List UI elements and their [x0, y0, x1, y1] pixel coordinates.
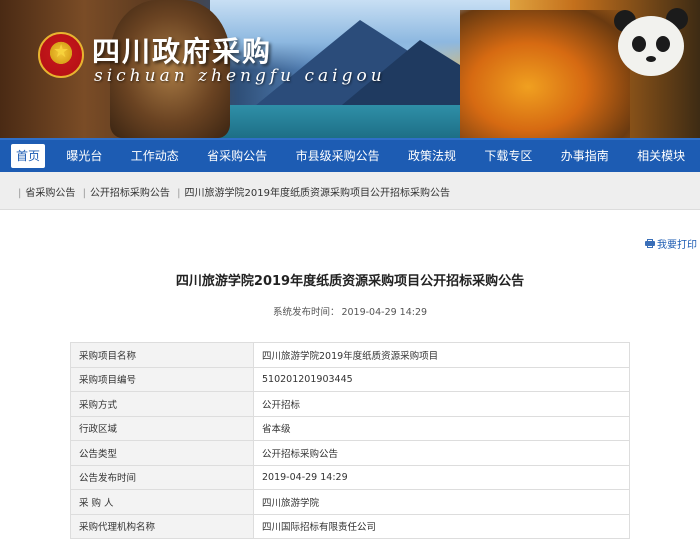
panda-image [612, 6, 690, 92]
nav-item[interactable]: 曝光台 [59, 144, 109, 168]
breadcrumb-current: 四川旅游学院2019年度纸质资源采购项目公开招标采购公告 [184, 188, 450, 199]
nav-item[interactable]: 相关模块 [630, 144, 692, 168]
table-row: 采 购 人四川旅游学院 [70, 489, 630, 515]
info-value: 四川旅游学院 [253, 489, 630, 515]
main-nav: 首页 曝光台 工作动态 省采购公告 市县级采购公告 政策法规 下载专区 办事指南 相关模块 [0, 138, 700, 172]
publish-time-value: 2019-04-29 14:29 [341, 307, 428, 318]
table-row: 采购方式 公开招标 [70, 391, 630, 417]
info-value: 四川国际招标有限责任公司 [253, 513, 630, 539]
info-value: 2019-04-29 14:29 [253, 464, 630, 490]
info-key: 采购方式 [70, 391, 254, 417]
info-value: 四川旅游学院2019年度纸质资源采购项目 [253, 342, 630, 368]
info-key: 采购项目编号 [70, 366, 254, 392]
info-key: 公告类型 [70, 440, 254, 466]
table-row: 采购项目名称 四川旅游学院2019年度纸质资源采购项目 [70, 342, 630, 368]
breadcrumb-item[interactable]: 省采购公告 [25, 188, 75, 199]
table-row: 公告发布时间 2019-04-29 14:29 [70, 464, 630, 490]
info-value: 510201201903445 [253, 366, 630, 392]
national-emblem-icon: ★ [38, 32, 84, 78]
page-title: 四川旅游学院2019年度纸质资源采购项目公开招标采购公告 [175, 274, 525, 289]
table-row: 采购项目编号 510201201903445 [70, 366, 630, 392]
nav-item[interactable]: 办事指南 [554, 144, 616, 168]
info-value: 省本级 [253, 415, 630, 441]
printer-icon [645, 239, 655, 248]
site-banner: ★ 四川政府采购 sichuan zhengfu caigou [0, 0, 700, 138]
publish-time-label: 系统发布时间： [272, 307, 340, 318]
info-key: 采购项目名称 [70, 342, 254, 368]
info-key: 行政区域 [70, 415, 254, 441]
nav-item[interactable]: 政策法规 [401, 144, 463, 168]
info-table: 采购项目名称 四川旅游学院2019年度纸质资源采购项目 采购项目编号 51020120… [70, 342, 630, 539]
print-label: 我要打印 [657, 240, 697, 251]
breadcrumb-bar: | 省采购公告 | 公开招标采购公告 | 四川旅游学院2019年度纸质资源采购项目公开… [0, 172, 700, 210]
site-subtitle: sichuan zhengfu caigou [94, 66, 386, 86]
info-key: 采 购 人 [70, 489, 254, 515]
table-row: 行政区域 省本级 [70, 415, 630, 441]
banner-forest [460, 10, 630, 138]
table-row: 公告类型 公开招标采购公告 [70, 440, 630, 466]
nav-item[interactable]: 工作动态 [124, 144, 186, 168]
breadcrumb: | 省采购公告 | 公开招标采购公告 | 四川旅游学院2019年度纸质资源采购项目公开… [18, 188, 450, 199]
print-button[interactable]: 我要打印 [645, 236, 697, 251]
breadcrumb-item[interactable]: 公开招标采购公告 [90, 188, 170, 199]
info-value: 公开招标采购公告 [253, 440, 630, 466]
info-value: 公开招标 [253, 391, 630, 417]
publish-time: 系统发布时间： 2019-04-29 14:29 [0, 304, 700, 318]
nav-item[interactable]: 市县级采购公告 [289, 144, 387, 168]
info-key: 采购代理机构名称 [70, 513, 254, 539]
nav-item[interactable]: 首页 [11, 144, 46, 168]
site-title: 四川政府采购 [92, 35, 273, 68]
table-row: 采购代理机构名称 四川国际招标有限责任公司 [70, 513, 630, 539]
nav-item[interactable]: 省采购公告 [200, 144, 274, 168]
page: ★ 四川政府采购 sichuan zhengfu caigou 首页 曝光台 工作动… [0, 0, 700, 551]
info-key: 公告发布时间 [70, 464, 254, 490]
nav-item[interactable]: 下载专区 [477, 144, 539, 168]
